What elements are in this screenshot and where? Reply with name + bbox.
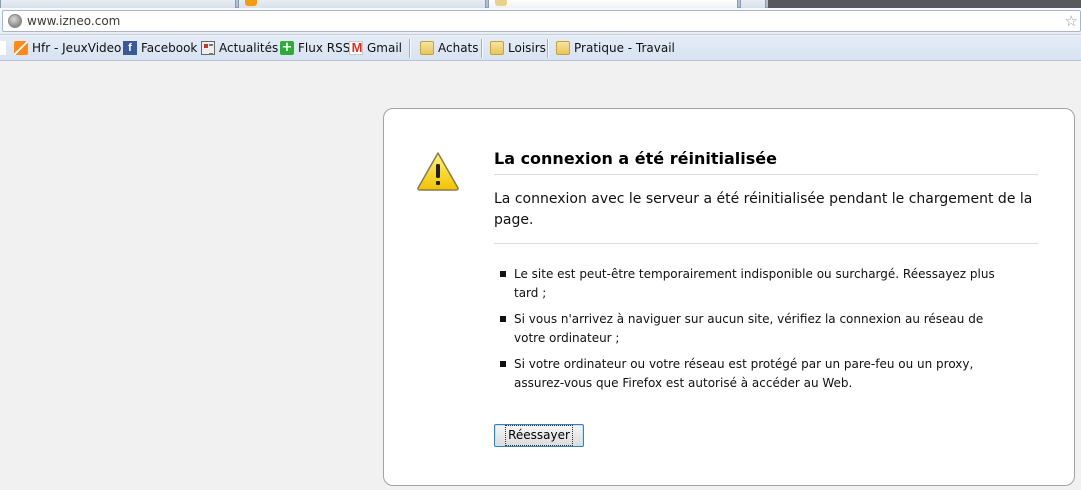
- bullet-icon: [500, 271, 506, 277]
- error-reasons-list: Le site est peut-être temporairement ind…: [494, 265, 1004, 400]
- bookmarks-toolbar: Hfr - JeuxVideo f Facebook Actualités + …: [0, 36, 1081, 61]
- bookmark-separator: [481, 39, 483, 58]
- bookmark-label: Facebook: [141, 41, 198, 55]
- url-bar[interactable]: www.izneo.com ☆: [2, 10, 1081, 32]
- hfr-icon: [14, 41, 28, 55]
- list-item: Si vous n'arrivez à naviguer sur aucun s…: [494, 310, 1004, 348]
- tab-2[interactable]: [238, 0, 486, 8]
- list-item: Le site est peut-être temporairement ind…: [494, 265, 1004, 303]
- reason-text: Si vous n'arrivez à naviguer sur aucun s…: [514, 312, 984, 345]
- retry-button[interactable]: Réessayer: [494, 424, 584, 447]
- bookmark-label: Pratique - Travail: [574, 41, 675, 55]
- globe-icon[interactable]: [8, 14, 22, 28]
- bookmark-separator: [409, 39, 411, 58]
- tab-favicon: [495, 0, 507, 6]
- navigation-toolbar: www.izneo.com ☆: [0, 8, 1081, 35]
- bookmark-label: Actualités: [219, 41, 279, 55]
- bookmark-label: Gmail: [367, 41, 403, 55]
- tab-strip: [0, 0, 1081, 8]
- bookmark-star-icon[interactable]: ☆: [1065, 12, 1078, 30]
- bookmark-gmail[interactable]: Gmail: [349, 39, 402, 57]
- bookmark-flux-rss[interactable]: + Flux RSS: [280, 39, 350, 57]
- bullet-icon: [500, 316, 506, 322]
- rss-plus-icon: +: [280, 40, 294, 55]
- tab-strip-empty-area: [768, 0, 1081, 8]
- bullet-icon: [500, 361, 506, 367]
- bookmark-folder-pratique-travail[interactable]: Pratique - Travail: [556, 39, 675, 57]
- url-text[interactable]: www.izneo.com: [27, 14, 120, 28]
- error-panel: La connexion a été réinitialisée La conn…: [383, 108, 1075, 486]
- gmail-icon: [349, 41, 363, 55]
- facebook-icon: f: [123, 41, 137, 55]
- reason-text: Le site est peut-être temporairement ind…: [514, 267, 995, 300]
- reason-text: Si votre ordinateur ou votre réseau est …: [514, 357, 974, 390]
- bookmark-label: Achats: [438, 41, 479, 55]
- bookmark-hfr-jeuxvideo[interactable]: Hfr - JeuxVideo: [14, 39, 121, 57]
- error-description: La connexion avec le serveur a été réini…: [494, 189, 1038, 244]
- bookmark-overflow-icon: [0, 41, 6, 55]
- bookmark-folder-loisirs[interactable]: Loisirs: [490, 39, 546, 57]
- news-icon: [201, 41, 215, 55]
- bookmark-facebook[interactable]: f Facebook: [123, 39, 197, 57]
- bookmark-folder-achats[interactable]: Achats: [420, 39, 479, 57]
- folder-icon: [490, 41, 504, 55]
- retry-button-label: Réessayer: [505, 425, 573, 446]
- warning-icon: [417, 152, 459, 191]
- bookmark-label: Hfr - JeuxVideo: [32, 41, 122, 55]
- tab-favicon: [245, 0, 257, 6]
- page-content: La connexion a été réinitialisée La conn…: [0, 62, 1081, 490]
- bookmark-separator: [547, 39, 549, 58]
- tab-active[interactable]: [488, 0, 738, 8]
- tab-4[interactable]: [740, 0, 766, 8]
- tab-1[interactable]: [0, 0, 236, 8]
- folder-icon: [556, 41, 570, 55]
- list-item: Si votre ordinateur ou votre réseau est …: [494, 355, 1004, 393]
- bookmark-label: Loisirs: [508, 41, 546, 55]
- bookmark-label: Flux RSS: [298, 41, 351, 55]
- folder-icon: [420, 41, 434, 55]
- error-title: La connexion a été réinitialisée: [494, 149, 1038, 175]
- bookmark-actualites[interactable]: Actualités: [201, 39, 278, 57]
